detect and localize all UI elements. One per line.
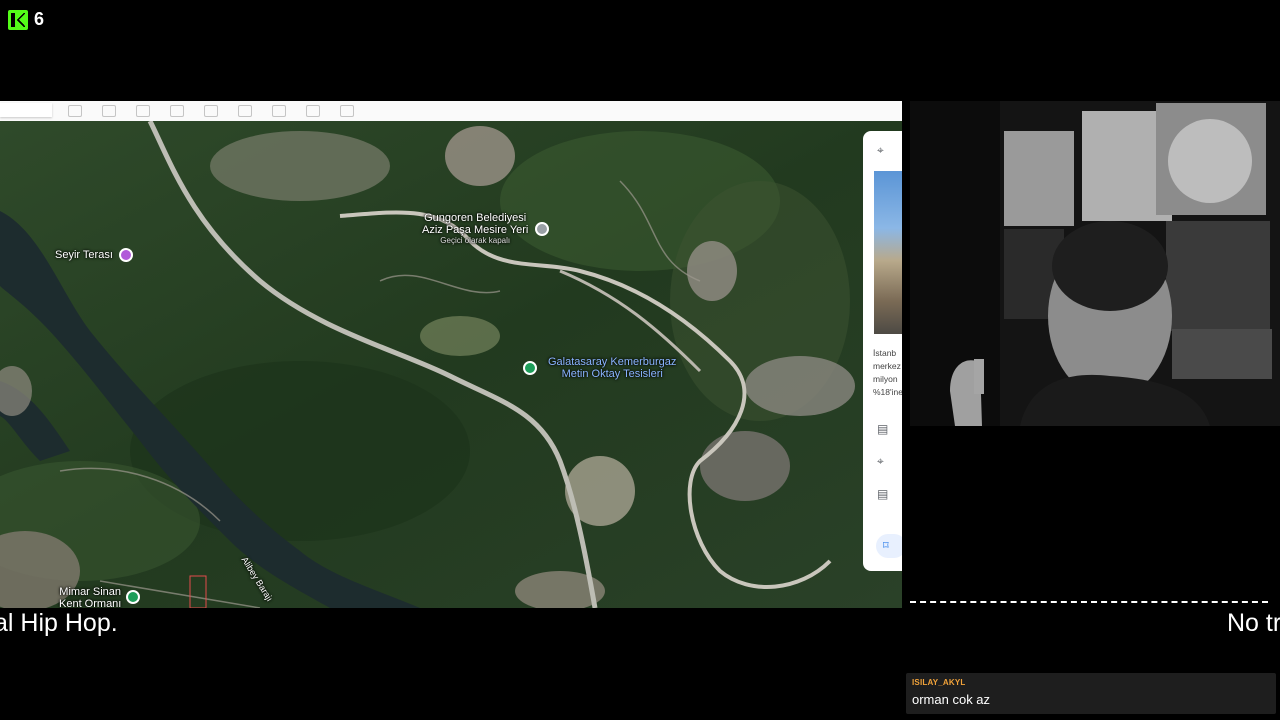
close-icon[interactable] <box>340 105 354 117</box>
marker-icon[interactable] <box>136 105 150 117</box>
chat-message-text: orman cok az <box>912 692 991 707</box>
viewer-count: 6 <box>34 9 45 29</box>
directory-icon[interactable]: ▤ <box>877 423 889 435</box>
map-panel[interactable]: Seyir Terası Gungoren Belediyesi Aziz Pa… <box>0 101 902 608</box>
ticker-text-left: al Hip Hop. <box>0 609 118 637</box>
park-pin-icon[interactable] <box>126 590 140 604</box>
sports-pin-icon[interactable] <box>523 361 537 375</box>
map-toolbar <box>0 101 902 121</box>
description-line: milyon <box>873 374 898 384</box>
place-info-card[interactable]: ⌖ İstanb merkez milyon %18'ine ▤ ⌖ ▤ ⌑ <box>863 131 902 571</box>
label-mimar-line1: Mimar Sinan <box>59 586 122 598</box>
search-box-stub[interactable] <box>0 103 52 117</box>
ticker-text-right: No tr <box>1227 609 1280 637</box>
bookmark-icon: ⌑ <box>883 540 889 552</box>
label-seyir-terasi[interactable]: Seyir Terası <box>55 249 113 261</box>
path-icon[interactable] <box>170 105 184 117</box>
label-gungoren-status: Geçici olarak kapalı <box>440 236 511 245</box>
park-pin-icon[interactable] <box>535 222 549 236</box>
measure-icon[interactable] <box>204 105 218 117</box>
place-description: İstanb merkez milyon %18'ine <box>873 347 902 399</box>
stack-icon[interactable] <box>306 105 320 117</box>
label-mimar-line2: Kent Ormanı <box>59 598 122 608</box>
location-pin-icon[interactable]: ⌖ <box>877 455 889 467</box>
satellite-map[interactable]: Seyir Terası Gungoren Belediyesi Aziz Pa… <box>0 119 902 608</box>
webcam-image <box>910 101 1280 426</box>
undo-icon[interactable] <box>68 105 82 117</box>
label-gungoren[interactable]: Gungoren Belediyesi Aziz Paşa Mesire Yer… <box>422 212 528 245</box>
location-pin-icon[interactable]: ⌖ <box>877 144 889 156</box>
description-line: İstanb <box>873 348 897 358</box>
brand: 6 <box>8 9 44 30</box>
ticker-separator <box>910 601 1268 603</box>
label-galatasaray-line1: Galatasaray Kemerburgaz <box>548 356 677 368</box>
description-line: merkez <box>873 361 901 371</box>
webcam-feed <box>910 101 1280 426</box>
description-line: %18'ine <box>873 387 902 397</box>
directory-icon[interactable]: ▤ <box>877 488 889 500</box>
satellite-imagery <box>0 119 902 608</box>
tools-icon[interactable] <box>272 105 286 117</box>
label-mimar-sinan[interactable]: Mimar Sinan Kent Ormanı <box>59 586 121 608</box>
camera-pin-icon[interactable] <box>119 248 133 262</box>
save-button[interactable]: ⌑ <box>876 534 902 558</box>
label-galatasaray-line2: Metin Oktay Tesisleri <box>561 368 663 380</box>
kick-logo-icon <box>8 9 28 30</box>
chat-message: ISILAY_AKYL orman cok az <box>906 673 1276 714</box>
label-galatasaray[interactable]: Galatasaray Kemerburgaz Metin Oktay Tesi… <box>548 356 676 380</box>
label-gungoren-line1: Gungoren Belediyesi <box>424 212 527 224</box>
layers-icon[interactable] <box>238 105 252 117</box>
chat-username[interactable]: ISILAY_AKYL <box>912 678 965 687</box>
place-photo[interactable] <box>874 171 902 334</box>
redo-icon[interactable] <box>102 105 116 117</box>
label-gungoren-line2: Aziz Paşa Mesire Yeri <box>422 224 529 236</box>
